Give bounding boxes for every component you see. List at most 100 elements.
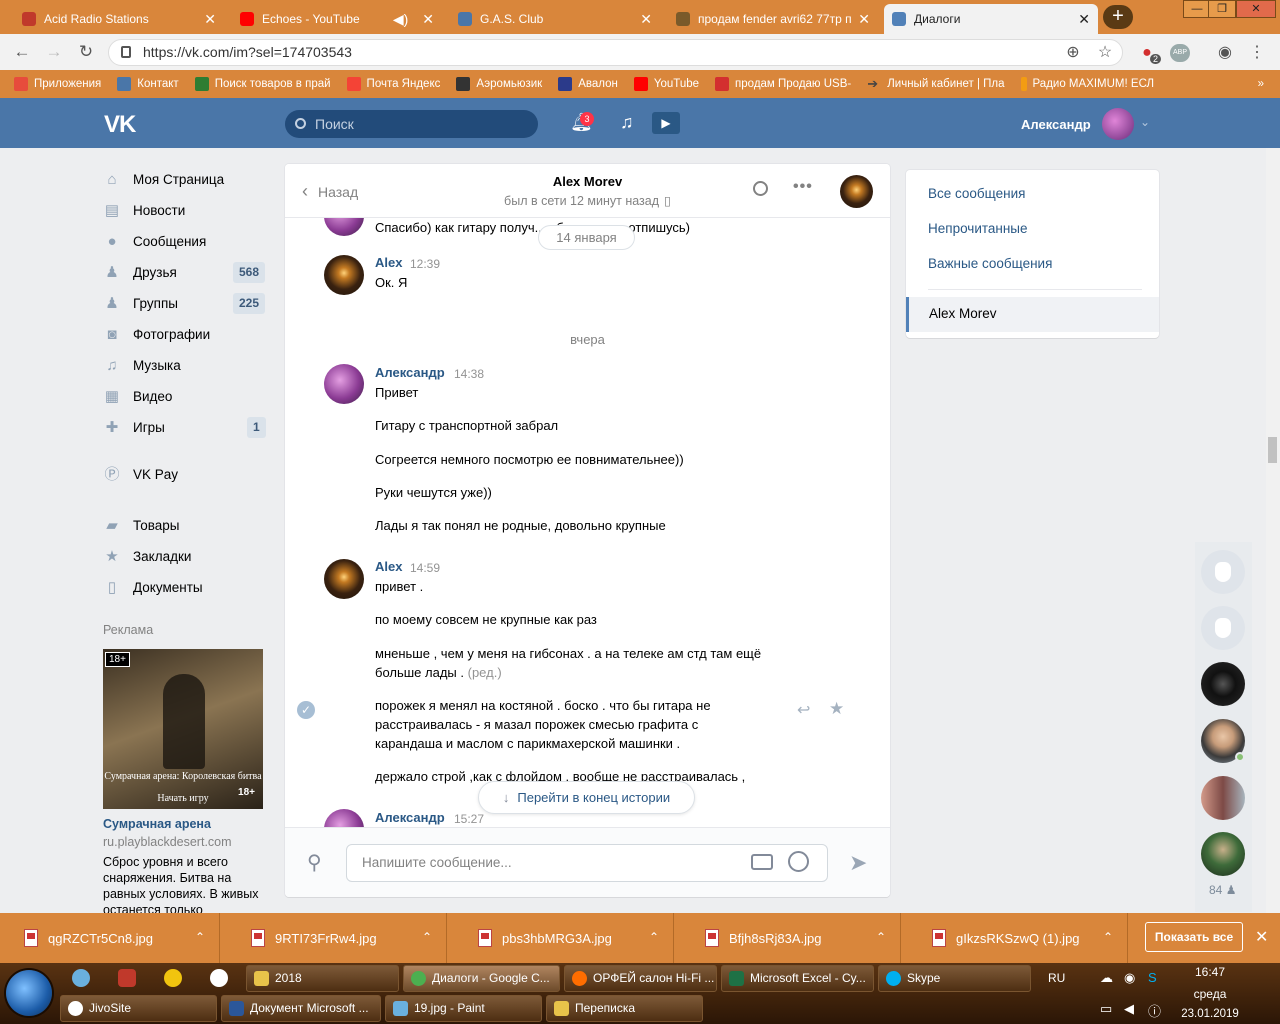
bookmark-apps[interactable]: Приложения (14, 77, 101, 91)
minimize-button[interactable]: — (1183, 0, 1211, 18)
nav-goods[interactable]: ▰ Товары (103, 510, 273, 541)
quicklaunch-icon[interactable] (72, 969, 90, 987)
close-icon[interactable]: ✕ (1255, 927, 1268, 947)
message-time[interactable]: 15:27 (454, 812, 484, 826)
nav-groups[interactable]: ♟ Группы 225 (103, 288, 273, 319)
friend-avatar[interactable] (1201, 606, 1245, 650)
bookmark-aeromusic[interactable]: Аэромьюзик (456, 77, 542, 91)
camera-icon[interactable] (751, 854, 773, 870)
ad-image[interactable]: 18+ Сумрачная арена: Королевская битва Н… (103, 649, 263, 809)
goto-end-button[interactable]: ↓ Перейти в конец истории (478, 781, 695, 814)
close-icon[interactable]: ✕ (204, 11, 216, 28)
abr-extension-icon[interactable]: АВР (1170, 44, 1190, 62)
show-all-downloads-button[interactable]: Показать все (1145, 922, 1243, 952)
nav-documents[interactable]: ▯ Документы (103, 572, 273, 603)
profile-icon[interactable]: ◉ (1216, 44, 1234, 62)
more-dots-icon[interactable]: ••• (793, 178, 813, 196)
taskbar-item[interactable]: 19.jpg - Paint (385, 995, 542, 1022)
nav-news[interactable]: ▤ Новости (103, 195, 273, 226)
nav-video[interactable]: ▦ Видео (103, 381, 273, 412)
zoom-icon[interactable]: ⊕ (1064, 44, 1082, 62)
quicklaunch-icon[interactable] (118, 969, 136, 987)
clock-time[interactable]: 16:47 (1180, 965, 1240, 979)
tab-echoes-youtube[interactable]: Echoes - YouTube ◀) ✕ (232, 4, 442, 34)
music-note-icon[interactable]: ♫ (620, 112, 634, 133)
message-author[interactable]: Alex (375, 255, 402, 270)
paperclip-icon[interactable]: ⚲ (307, 850, 322, 875)
message-time[interactable]: 14:38 (454, 367, 484, 381)
taskbar-item[interactable]: Диалоги - Google C... (403, 965, 560, 992)
more-bookmarks-icon[interactable]: » (1258, 78, 1264, 90)
taskbar-item[interactable]: Skype (878, 965, 1031, 992)
taskbar-item[interactable]: Документ Microsoft ... (221, 995, 381, 1022)
chevron-up-icon[interactable]: ⌃ (649, 930, 659, 944)
folder-active-dialog[interactable]: Alex Morev (906, 297, 1159, 332)
app-tray-icon[interactable]: ◉ (1124, 970, 1135, 986)
bookmark-youtube[interactable]: YouTube (633, 77, 699, 91)
taskbar-item[interactable]: 2018 (246, 965, 399, 992)
taskbar-item[interactable]: JivoSite (60, 995, 217, 1022)
friends-online-count[interactable]: 84 ♟ (1209, 883, 1236, 897)
folder-unread[interactable]: Непрочитанные (928, 221, 1028, 236)
bookmark-usb[interactable]: продам Продаю USB- (715, 77, 851, 91)
chevron-up-icon[interactable]: ⌃ (195, 930, 205, 944)
language-indicator[interactable]: RU (1048, 971, 1065, 985)
avatar[interactable] (324, 559, 364, 599)
monitor-tray-icon[interactable]: ▭ (1100, 1001, 1112, 1017)
peer-avatar[interactable] (840, 175, 873, 208)
message-author[interactable]: Александр (375, 365, 445, 380)
close-icon[interactable]: ✕ (858, 11, 870, 28)
bookmark-kontakt[interactable]: Контакт (117, 77, 179, 91)
download-item[interactable]: pbs3hbMRG3A.jpg ⌃ (454, 913, 674, 963)
nav-music[interactable]: ♫ Музыка (103, 350, 273, 381)
info-tray-icon[interactable]: ⓘ (1148, 1001, 1161, 1020)
bookmark-cabinet[interactable]: ➔ Личный кабинет | Пла (867, 77, 1004, 91)
download-item[interactable]: gIkzsRKSzwQ (1).jpg ⌃ (908, 913, 1128, 963)
message-author[interactable]: Alex (375, 559, 402, 574)
network-tray-icon[interactable]: ☁ (1100, 970, 1113, 986)
reload-icon[interactable]: ↻ (76, 42, 96, 62)
nav-my-page[interactable]: ⌂ Моя Страница (103, 164, 273, 195)
menu-dots-icon[interactable]: ⋮ (1248, 44, 1266, 62)
emoji-icon[interactable] (788, 851, 809, 872)
start-button[interactable] (6, 970, 52, 1016)
avatar[interactable] (324, 809, 364, 827)
taskbar-item[interactable]: ОРФЕЙ салон Hi-Fi ... (564, 965, 717, 992)
reply-icon[interactable]: ↩ (797, 700, 810, 720)
new-tab-button[interactable]: + (1103, 5, 1133, 29)
close-window-button[interactable]: ✕ (1236, 0, 1276, 18)
nav-photos[interactable]: ◙ Фотографии (103, 319, 273, 350)
speaker-icon[interactable]: ◀) (393, 11, 408, 28)
close-icon[interactable]: ✕ (422, 11, 434, 28)
url-input[interactable]: https://vk.com/im?sel=174703543 (108, 39, 1123, 66)
chevron-up-icon[interactable]: ⌃ (876, 930, 886, 944)
chevron-up-icon[interactable]: ⌃ (1103, 930, 1113, 944)
checkmark-icon[interactable]: ✓ (297, 701, 315, 719)
tab-acid-radio[interactable]: Acid Radio Stations ✕ (14, 4, 224, 34)
download-item[interactable]: qgRZCTr5Cn8.jpg ⌃ (0, 913, 220, 963)
friend-avatar[interactable] (1201, 662, 1245, 706)
play-icon[interactable]: ▶ (652, 112, 680, 134)
download-item[interactable]: 9RTI73FrRw4.jpg ⌃ (227, 913, 447, 963)
chevron-up-icon[interactable]: ⌃ (422, 930, 432, 944)
page-scrollbar[interactable] (1266, 148, 1280, 913)
skype-tray-icon[interactable]: S (1148, 970, 1157, 985)
message-author[interactable]: Александр (375, 810, 445, 825)
nav-games[interactable]: ✚ Игры 1 (103, 412, 273, 443)
avatar[interactable] (1102, 108, 1134, 140)
bookmark-star-icon[interactable]: ☆ (1096, 44, 1114, 62)
bookmark-yandex-mail[interactable]: Почта Яндекс (346, 77, 440, 91)
nav-vkpay[interactable]: Ⓟ VK Pay (103, 459, 273, 490)
taskbar-item[interactable]: Microsoft Excel - Cy... (721, 965, 874, 992)
bookmark-avalon[interactable]: Авалон (558, 77, 618, 91)
bookmark-price-search[interactable]: Поиск товаров в прай (194, 77, 331, 91)
quicklaunch-icon[interactable] (164, 969, 182, 987)
nav-friends[interactable]: ♟ Друзья 568 (103, 257, 273, 288)
friend-avatar[interactable] (1201, 832, 1245, 876)
yandex-browser-icon[interactable] (210, 969, 228, 987)
user-name[interactable]: Александр (1021, 117, 1091, 132)
folder-important[interactable]: Важные сообщения (928, 256, 1052, 271)
forward-arrow-icon[interactable]: → (44, 42, 64, 62)
close-icon[interactable]: ✕ (640, 11, 652, 28)
message-time[interactable]: 12:39 (410, 257, 440, 271)
